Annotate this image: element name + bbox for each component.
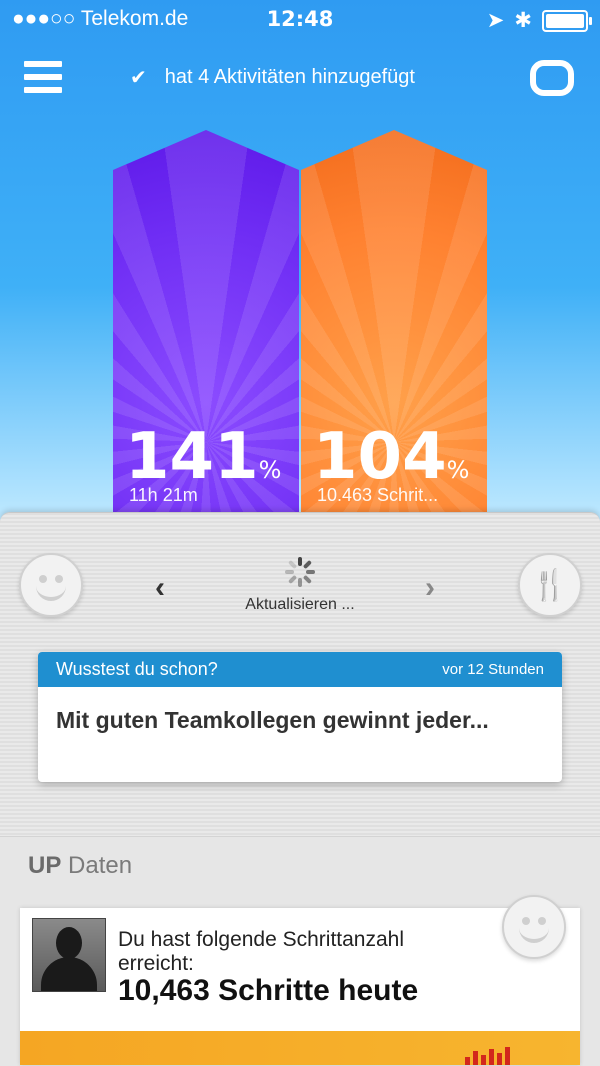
avatar[interactable] <box>32 918 106 992</box>
steps-goal-bar[interactable]: 104% 10.463 Schrit... <box>301 130 487 520</box>
feed-item[interactable]: Du hast folgende Schrittanzahl erreicht:… <box>20 908 580 1065</box>
update-status: Aktualisieren ... <box>245 596 355 613</box>
check-icon: ✔ <box>130 67 147 89</box>
steps-count: 10.463 Schrit... <box>317 485 439 505</box>
menu-icon[interactable] <box>24 61 62 95</box>
hero-goals: ●●●○○ Telekom.de 12:48 ➤ ✱ ✔ hat 4 Aktiv… <box>0 0 600 520</box>
tip-card[interactable]: Wusstest du schon? vor 12 Stunden Mit gu… <box>38 652 562 782</box>
tip-age: vor 12 Stunden <box>442 661 544 678</box>
top-bar: ✔ hat 4 Aktivitäten hinzugefügt <box>0 55 600 105</box>
feed-item-footer-stripe <box>20 1031 580 1065</box>
fork-knife-icon[interactable]: 🍴 <box>518 553 582 617</box>
spinner-icon <box>285 557 315 587</box>
battery-icon <box>542 9 592 32</box>
steps-percent: 104% <box>313 420 470 494</box>
feed-item-steps: 10,463 Schritte heute <box>118 974 419 1007</box>
status-icons: ➤ ✱ <box>486 8 592 33</box>
location-arrow-icon: ➤ <box>486 9 505 32</box>
steps-mini-chart <box>465 1047 510 1065</box>
chat-icon[interactable] <box>530 60 574 96</box>
notice-text: hat 4 Aktivitäten hinzugefügt <box>164 66 415 88</box>
feed-smiley-icon[interactable] <box>502 895 566 959</box>
activity-notice[interactable]: ✔ hat 4 Aktivitäten hinzugefügt <box>130 65 415 90</box>
sleep-goal-bar[interactable]: 141% 11h 21m <box>113 130 299 520</box>
sleep-duration: 11h 21m <box>129 485 198 505</box>
chevron-right-icon[interactable]: › <box>425 571 435 605</box>
status-bar: ●●●○○ Telekom.de 12:48 ➤ ✱ <box>0 0 600 40</box>
up-section-title: UP Daten <box>28 852 133 879</box>
tip-text: Mit guten Teamkollegen gewinnt jeder... <box>56 707 489 733</box>
tip-title: Wusstest du schon? <box>56 659 218 679</box>
sleep-percent: 141% <box>125 420 282 494</box>
bluetooth-icon: ✱ <box>514 9 532 32</box>
tip-card-header: Wusstest du schon? vor 12 Stunden <box>38 652 562 687</box>
feed-item-description: Du hast folgende Schrittanzahl erreicht: <box>118 928 405 975</box>
